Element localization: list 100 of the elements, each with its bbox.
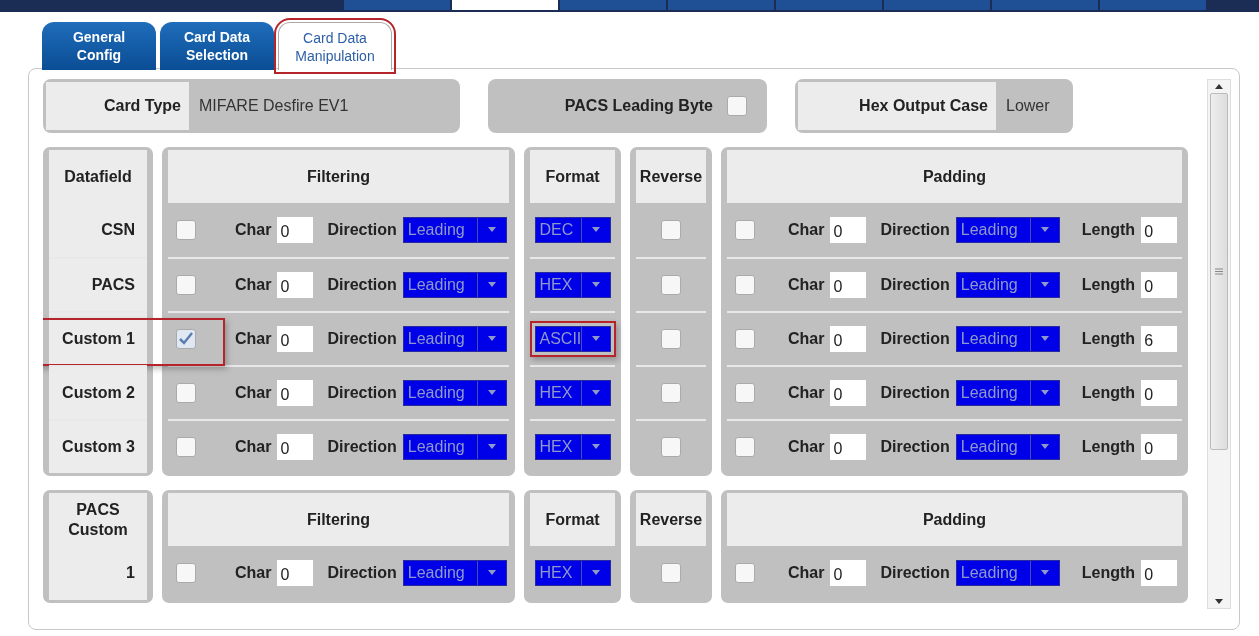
input-field[interactable]: 0 [830,326,867,352]
datafield-cell: PACS [49,257,147,311]
input-field[interactable]: 0 [1141,272,1178,298]
checkbox[interactable] [735,563,755,583]
field-label: Length [1081,384,1136,402]
dropdown[interactable]: Leading [402,434,507,460]
field-label: Char [235,276,272,294]
caret-icon [1039,390,1050,396]
field-label: Char [235,330,272,348]
column-header: Reverse [636,150,706,203]
checkbox[interactable] [661,563,681,583]
checkbox[interactable] [176,275,196,295]
checkbox[interactable] [661,437,681,457]
checkbox[interactable] [727,96,747,116]
input-field[interactable]: 0 [1141,217,1178,243]
field-label: Length [1081,330,1136,348]
datafield-cell: Custom 3 [49,419,147,473]
field-label: Direction [327,438,397,456]
field-label: Char [788,438,825,456]
dropdown[interactable]: Leading [402,560,507,586]
dropdown[interactable]: Leading [402,326,507,352]
dropdown[interactable]: Leading [955,326,1060,352]
checkbox[interactable] [661,383,681,403]
scroll-down-icon[interactable] [1215,599,1224,604]
dropdown[interactable]: Leading [402,217,507,243]
input-field[interactable]: 0 [830,272,867,298]
caret-icon [486,390,497,396]
field-label: Char [788,276,825,294]
setting-label: Hex Output Case [798,82,996,130]
field-label: Length [1081,564,1136,582]
checkbox[interactable] [661,275,681,295]
checkbox[interactable] [176,329,196,349]
caret-icon [590,570,601,576]
input-field[interactable]: 0 [830,434,867,460]
field-label: Direction [880,276,950,294]
checkbox[interactable] [735,383,755,403]
caret-icon [486,444,497,450]
field-label: Direction [327,384,397,402]
checkbox[interactable] [176,437,196,457]
input-field[interactable]: 0 [277,326,314,352]
column-header: Filtering [168,150,509,203]
checkbox[interactable] [735,437,755,457]
column-header: Padding [727,150,1182,203]
tab[interactable]: General Config [42,22,156,70]
input-field[interactable]: 0 [277,217,314,243]
checkbox[interactable] [176,563,196,583]
field-label: Direction [880,221,950,239]
input-field[interactable]: 0 [830,217,867,243]
field-label: Char [788,384,825,402]
input-field[interactable]: 0 [277,272,314,298]
caret-icon [486,282,497,288]
caret-icon [590,444,601,450]
datafield-cell: 1 [49,546,147,600]
field-label: Direction [880,564,950,582]
checkbox[interactable] [735,329,755,349]
scrollbar[interactable] [1207,79,1231,609]
column-header: Format [530,150,615,203]
dropdown[interactable]: Leading [402,272,507,298]
input-field[interactable]: 0 [1141,380,1178,406]
setting-label: Card Type [46,82,189,130]
caret-icon [486,227,497,233]
checkbox[interactable] [661,329,681,349]
dropdown[interactable]: Leading [955,380,1060,406]
input-field[interactable]: 0 [277,434,314,460]
tab[interactable]: Card Data Selection [160,22,274,70]
dropdown[interactable]: Leading [955,272,1060,298]
dropdown[interactable]: Leading [955,560,1060,586]
input-field[interactable]: 0 [277,560,314,586]
field-label: Direction [880,438,950,456]
input-field[interactable]: 0 [1141,434,1178,460]
input-field[interactable]: 0 [277,380,314,406]
checkbox[interactable] [176,220,196,240]
input-field[interactable]: 0 [1141,560,1178,586]
dropdown[interactable]: Leading [402,380,507,406]
field-label: Char [235,438,272,456]
field-label: Direction [880,384,950,402]
dropdown[interactable]: Leading [955,434,1060,460]
caret-icon [486,570,497,576]
field-label: Direction [880,330,950,348]
caret-icon [590,390,601,396]
caret-icon [486,336,497,342]
caret-icon [590,336,601,342]
input-field[interactable]: 0 [830,560,867,586]
caret-icon [1039,282,1050,288]
column-header: Filtering [168,493,509,546]
input-field[interactable]: 6 [1141,326,1178,352]
dropdown[interactable]: Leading [955,217,1060,243]
checkbox[interactable] [735,220,755,240]
checkbox[interactable] [176,383,196,403]
scroll-up-icon[interactable] [1215,84,1224,89]
input-field[interactable]: 0 [830,380,867,406]
column-header: Reverse [636,493,706,546]
scroll-thumb[interactable] [1210,93,1229,450]
column-header: PACS Custom [49,493,147,546]
checkbox[interactable] [735,275,755,295]
field-label: Char [788,564,825,582]
column-header: Padding [727,493,1182,546]
caret-icon [1039,444,1050,450]
field-label: Direction [327,276,397,294]
checkbox[interactable] [661,220,681,240]
